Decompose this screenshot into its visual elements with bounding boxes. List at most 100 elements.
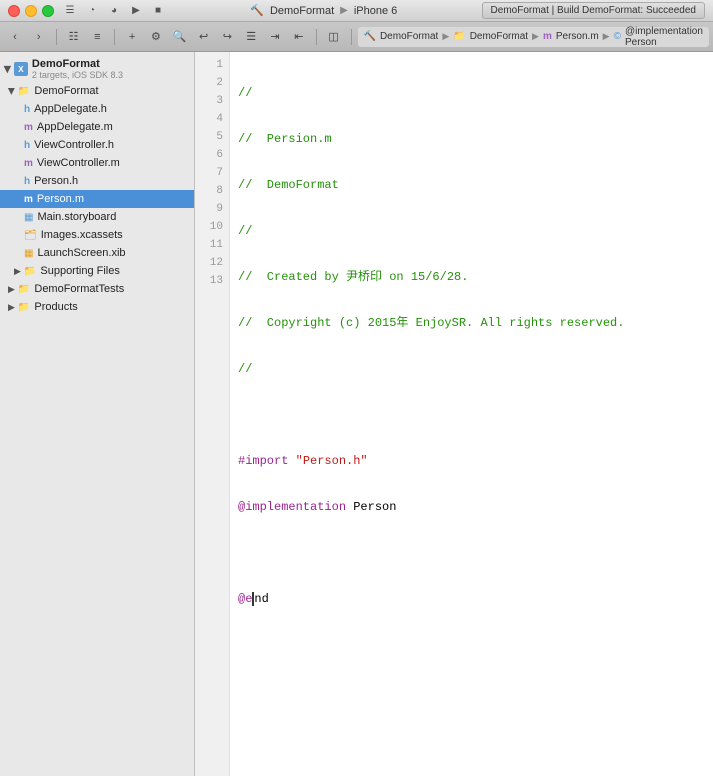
indent-btn[interactable]: ⇥ <box>264 26 286 48</box>
minimize-button[interactable] <box>25 5 37 17</box>
device-name: iPhone 6 <box>354 5 397 17</box>
close-button[interactable] <box>8 5 20 17</box>
line-num-3: 3 <box>195 92 229 110</box>
sf-arrow: ▶ <box>14 266 21 277</box>
sidebar-item-appdelegate-h[interactable]: h AppDelegate.h <box>0 100 194 118</box>
sidebar-item-supporting-files[interactable]: ▶ 📁 Supporting Files <box>0 262 194 280</box>
comment: // Copyright (c) 2015年 EnjoySR. All righ… <box>238 316 624 330</box>
list-btn[interactable]: ☰ <box>240 26 262 48</box>
separator3 <box>316 29 317 45</box>
app-icon: 🔨 <box>250 4 264 17</box>
code-line-3: // DemoFormat <box>238 176 713 194</box>
app-name: DemoFormat <box>270 5 334 17</box>
sidebar-item-viewcontroller-m[interactable]: m ViewController.m <box>0 154 194 172</box>
columns-btn[interactable]: ◫ <box>323 26 345 48</box>
forward-button[interactable]: › <box>28 26 50 48</box>
file-label: AppDelegate.m <box>37 121 113 133</box>
sidebar-item-images-xcassets[interactable]: 🗂 Images.xcassets <box>0 226 194 244</box>
line-num-12: 12 <box>195 254 229 272</box>
bc-project[interactable]: DemoFormat <box>380 31 438 42</box>
comment: // Persion.m <box>238 132 332 146</box>
bc-folder-name[interactable]: DemoFormat <box>470 31 528 42</box>
file-label: Person.h <box>34 175 78 187</box>
h-icon: h <box>24 176 30 187</box>
line-num-8: 8 <box>195 182 229 200</box>
folder-icon: 📁 <box>18 284 30 295</box>
code-line-8 <box>238 406 713 424</box>
sidebar-item-appdelegate-m[interactable]: m AppDelegate.m <box>0 118 194 136</box>
file-label: Images.xcassets <box>41 229 123 241</box>
search-button[interactable]: 🔍 <box>169 26 191 48</box>
sidebar-item-demofmt-folder[interactable]: ▶ 📁 DemoFormat <box>0 82 194 100</box>
comment: // <box>238 224 252 238</box>
keyword: #import <box>238 454 288 468</box>
comment: // <box>238 86 252 100</box>
plain: nd <box>254 592 268 606</box>
code-line-12: @end <box>238 590 713 608</box>
file-label: ViewController.h <box>34 139 114 151</box>
folder-label: DemoFormatTests <box>34 283 124 295</box>
folder-arrow: ▶ <box>6 88 17 95</box>
file-label: Person.m <box>37 193 84 205</box>
bc-symbol-icon: © <box>614 31 621 42</box>
line-num-2: 2 <box>195 74 229 92</box>
stop-button[interactable]: ■ <box>150 3 166 19</box>
sidebar-toggle-icon[interactable]: ☰ <box>62 3 78 19</box>
folder-label: DemoFormat <box>34 85 98 97</box>
separator1 <box>56 29 57 45</box>
settings-button[interactable]: ⚙ <box>145 26 167 48</box>
bc-folder[interactable]: 📁 <box>453 31 465 42</box>
sidebar: ▶ X DemoFormat 2 targets, iOS SDK 8.3 ▶ … <box>0 52 195 776</box>
code-line-11 <box>238 544 713 562</box>
line-num-13: 13 <box>195 272 229 290</box>
play-button[interactable]: ▶ <box>128 3 144 19</box>
back-button[interactable]: ‹ <box>4 26 26 48</box>
breadcrumb-bar: 🔨 DemoFormat ▶ 📁 DemoFormat ▶ m Person.m… <box>358 27 709 47</box>
project-root[interactable]: ▶ X DemoFormat 2 targets, iOS SDK 8.3 <box>0 56 194 82</box>
code-line-13 <box>238 636 713 654</box>
code-line-10: @implementation Person <box>238 498 713 516</box>
folder-label: Supporting Files <box>40 265 120 277</box>
sidebar-item-person-h[interactable]: h Person.h <box>0 172 194 190</box>
code-line-9: #import "Person.h" <box>238 452 713 470</box>
code-line-7: // <box>238 360 713 378</box>
folder-icon: 📁 <box>18 86 30 97</box>
plain <box>288 454 295 468</box>
bc-file[interactable]: Person.m <box>556 31 599 42</box>
main-layout: ▶ X DemoFormat 2 targets, iOS SDK 8.3 ▶ … <box>0 52 713 776</box>
sidebar-item-launchscreen-xib[interactable]: ▦ LaunchScreen.xib <box>0 244 194 262</box>
grid-view-button[interactable]: ☷ <box>63 26 85 48</box>
project-name: DemoFormat 2 targets, iOS SDK 8.3 <box>32 58 123 80</box>
separator2 <box>114 29 115 45</box>
folder-icon: 📁 <box>18 302 30 313</box>
bc-symbol[interactable]: @implementation Person <box>625 26 703 48</box>
redo-button[interactable]: ↪ <box>216 26 238 48</box>
string: "Person.h" <box>296 454 368 468</box>
sidebar-item-viewcontroller-h[interactable]: h ViewController.h <box>0 136 194 154</box>
products-arrow: ▶ <box>8 302 15 313</box>
keyword: @e <box>238 592 252 606</box>
add-button[interactable]: + <box>121 26 143 48</box>
m-icon: m <box>24 194 33 205</box>
folder-icon: 📁 <box>24 266 36 277</box>
icon3[interactable]: ◕ <box>106 3 122 19</box>
icon2[interactable]: ◔ <box>84 3 100 19</box>
file-label: AppDelegate.h <box>34 103 107 115</box>
m-icon: m <box>24 122 33 133</box>
list-view-button[interactable]: ≡ <box>86 26 108 48</box>
sidebar-item-demofmttests[interactable]: ▶ 📁 DemoFormatTests <box>0 280 194 298</box>
h-icon: h <box>24 104 30 115</box>
project-icon: X <box>14 62 28 76</box>
outdent-btn[interactable]: ⇤ <box>288 26 310 48</box>
sidebar-item-mainstoryboard[interactable]: ▦ Main.storyboard <box>0 208 194 226</box>
plain: Person <box>346 500 396 514</box>
editor-area[interactable]: 1 2 3 4 5 6 7 8 9 10 11 12 13 // // Pers… <box>195 52 713 776</box>
undo-button[interactable]: ↩ <box>193 26 215 48</box>
file-label: Main.storyboard <box>37 211 116 223</box>
code-line-5: // Created by 尹桥印 on 15/6/28. <box>238 268 713 286</box>
maximize-button[interactable] <box>42 5 54 17</box>
sidebar-item-person-m[interactable]: m Person.m <box>0 190 194 208</box>
xib-icon: ▦ <box>24 248 33 259</box>
line-numbers: 1 2 3 4 5 6 7 8 9 10 11 12 13 <box>195 52 230 776</box>
sidebar-item-products[interactable]: ▶ 📁 Products <box>0 298 194 316</box>
